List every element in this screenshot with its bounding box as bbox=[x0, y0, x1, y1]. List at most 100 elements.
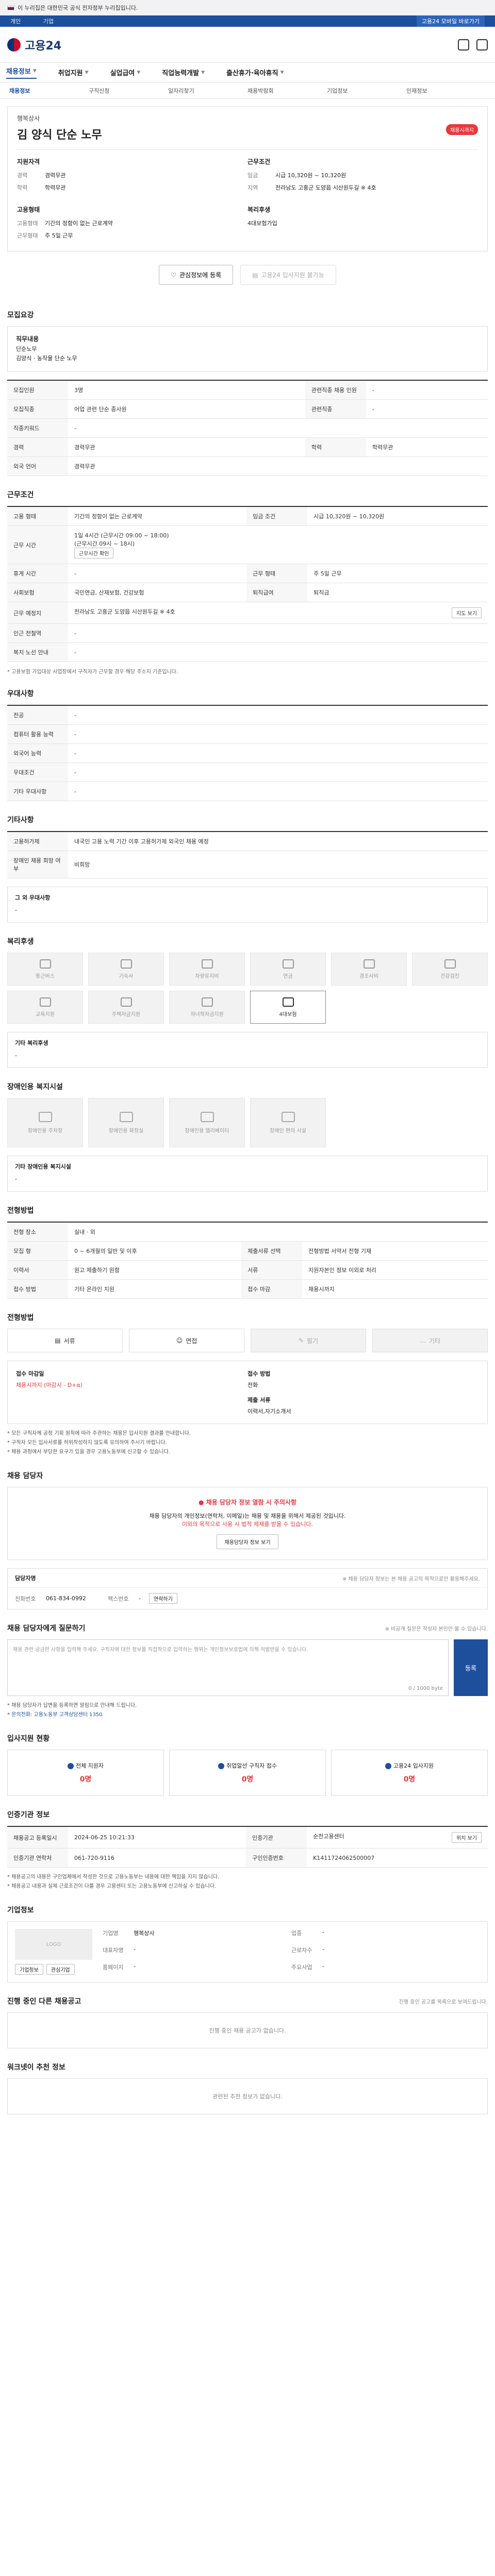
recommend-title: 워크넷이 추천 정보 bbox=[7, 2063, 65, 2072]
subnav-jobs[interactable]: 채용정보 bbox=[9, 87, 89, 95]
other-section: 기타사항 고용허가제 내국인 고용 노력 기간 이후 고용허가제 외국인 채용 예… bbox=[7, 801, 488, 923]
table-row: 근무 시간 1일 4시간 (근무시간 09:00 ~ 18:00) (근무시간 09… bbox=[7, 526, 488, 565]
qa-bullets: * 채용 담당자가 답변을 등록하면 알림으로 안내해 드립니다. * 문의전화… bbox=[7, 1703, 137, 1718]
stat-card: 취업알선 구직자 접수 0명 bbox=[169, 1750, 326, 1797]
duty-box: 직무내용 단순노무 김양식 · 농작물 단순 노무 bbox=[7, 326, 488, 372]
qualification-title: 지원자격 bbox=[17, 158, 40, 165]
company-logo: LOGO bbox=[15, 1929, 92, 1960]
manager-title: 채용 담당자 bbox=[7, 1472, 43, 1481]
stat-card: 고용24 입사지원 0명 bbox=[331, 1750, 488, 1797]
welfare-tile-active: 4대보험 bbox=[250, 991, 326, 1024]
bus-icon bbox=[39, 959, 51, 969]
welfare-tile: 경조사비 bbox=[331, 953, 407, 986]
disabled-other-box: 기타 장애인용 복지시설 - bbox=[7, 1156, 488, 1192]
scholarship-icon bbox=[201, 997, 213, 1007]
disabled-section: 장애인용 복지시설 장애인용 주차장 장애인용 화장실 장애인용 엘리베이터 장… bbox=[7, 1068, 488, 1192]
subnav-apply[interactable]: 구직신청 bbox=[89, 87, 168, 95]
apply-button[interactable]: ▤ 고용24 입사지원 불가능 bbox=[240, 265, 336, 285]
manager-section: 채용 담당자 ● 채용 담당자 정보 열람 시 주의사항 채용 담당자의 개인정… bbox=[7, 1457, 488, 1610]
company-title: 기업정보 bbox=[7, 1906, 34, 1915]
manager-contact: 담당자명 ※ 채용 담당자 정보는 본 채용 공고의 목적으로만 활용해주세요. … bbox=[7, 1568, 488, 1610]
apply-option-other: … 기타 bbox=[372, 1329, 488, 1353]
same-company-title: 진행 중인 다른 채용공고 bbox=[7, 1997, 81, 2006]
table-row: 휴게 시간 - 근무 형태 주 5일 근무 bbox=[7, 564, 488, 584]
job-summary-2: 고용형태 고용형태 기간의 정함이 없는 근로계약 근무형태 주 5일 근무 복리후… bbox=[17, 205, 478, 244]
apply-section: 전형방법 ▤ 서류 ☺ 면접 ✎ 필기 … 기타 접수 마감일 채용시까지 (마감시 -… bbox=[7, 1299, 488, 1457]
table-row: 외국 언어 경력무관 bbox=[7, 456, 488, 477]
recruit-table: 모집인원 3명 관련직종 채용 인원 - 모집직종 어업 관련 단순 종사원 관련직종 - … bbox=[7, 380, 488, 477]
save-interest-button[interactable]: ♡ 관심정보에 등록 bbox=[159, 265, 234, 285]
table-row: 모집인원 3명 관련직종 채용 인원 - bbox=[7, 380, 488, 400]
table-row: 전형 장소 실내 · 외 bbox=[7, 1222, 488, 1242]
question-input[interactable]: 채용 관련 궁금한 사항을 입력해 주세요. 구직자에 대한 정보를 직접적으로… bbox=[7, 1639, 449, 1697]
nav-unemployment-benefit[interactable]: 실업급여 ▼ bbox=[110, 67, 141, 77]
process-section: 전형방법 전형 장소 실내 · 외 모집 형0 ~ 6개월의 일반 및 이후 제출서… bbox=[7, 1192, 488, 1299]
main-nav: 채용정보 ▼ 취업지원 ▼ 실업급여 ▼ 직업능력개발 ▼ 출산휴가·육아휴직 ▼ bbox=[0, 63, 495, 82]
same-company-empty: 진행 중인 채용 공고가 없습니다. bbox=[7, 2012, 488, 2049]
submit-question-button[interactable]: 등록 bbox=[454, 1639, 488, 1697]
view-manager-button[interactable]: 채용담당자 정보 보기 bbox=[217, 1534, 278, 1550]
mobile-link[interactable]: 고용24 모바일 바로가기 bbox=[416, 15, 485, 27]
table-row: 우대조건 - bbox=[7, 762, 488, 783]
process-table: 전형 장소 실내 · 외 모집 형0 ~ 6개월의 일반 및 이후 제출서류 선택 전… bbox=[7, 1222, 488, 1299]
other-extra-box: 그 외 우대사항 - bbox=[7, 887, 488, 923]
condition-title: 근무조건 bbox=[248, 158, 271, 165]
welfare-tile: 건강검진 bbox=[412, 953, 488, 986]
subnav-company[interactable]: 기업정보 bbox=[327, 87, 406, 95]
gov-strip-text: 이 누리집은 대한민국 공식 전자정부 누리집입니다. bbox=[18, 5, 138, 11]
restroom-icon bbox=[119, 1111, 133, 1122]
apply-icon bbox=[385, 1763, 391, 1770]
subnav-talent[interactable]: 인재정보 bbox=[406, 87, 486, 95]
work-hours-button[interactable]: 근무시간 확인 bbox=[74, 548, 114, 559]
site-logo[interactable]: 고용24 bbox=[7, 37, 61, 53]
tab-company[interactable]: 기업 bbox=[43, 18, 54, 25]
company-name: 행복상사 bbox=[17, 115, 40, 122]
table-row: 컴퓨터 활용 능력 - bbox=[7, 724, 488, 744]
dorm-icon bbox=[120, 959, 132, 969]
table-row: 근무 예정지 전라남도 고흥군 도양읍 시산원두길 ※ 4호 지도 보기 bbox=[7, 602, 488, 624]
subnav-find[interactable]: 일자리찾기 bbox=[168, 87, 248, 95]
welfare-tile: 자녀학자금지원 bbox=[169, 991, 245, 1024]
deadline-badge: 채용시까지 bbox=[446, 124, 478, 135]
other-title: 기타사항 bbox=[7, 816, 34, 825]
nav-jobs[interactable]: 채용정보 ▼ bbox=[6, 66, 37, 79]
company-section: 기업정보 LOGO 기업정보 관심기업 기업명 행복상사 업종 - 대표자명 - 근로… bbox=[7, 1891, 488, 1983]
qa-form: 채용 관련 궁금한 사항을 입력해 주세요. 구직자에 대한 정보를 직접적으로… bbox=[7, 1639, 488, 1697]
tab-personal[interactable]: 개인 bbox=[10, 18, 21, 25]
recruit-title: 모집요강 bbox=[7, 311, 34, 319]
heart-icon: ♡ bbox=[171, 271, 177, 279]
gov-strip: 이 누리집은 대한민국 공식 전자정부 누리집입니다. bbox=[0, 0, 495, 15]
nav-employment-support[interactable]: 취업지원 ▼ bbox=[58, 67, 89, 77]
qa-section: 채용 담당자에게 질문하기 ※ 비공개 질문은 작성자 본인만 볼 수 있습니다… bbox=[7, 1609, 488, 1720]
table-row: 사회보험 국민연금, 산재보험, 건강보험 퇴직급여 퇴직금 bbox=[7, 583, 488, 603]
deadline-value: 채용시까지 (마감시 - D+α) bbox=[16, 1382, 82, 1389]
contact-button[interactable]: 연락하기 bbox=[149, 1593, 177, 1604]
disabled-tile: 장애인용 주차장 bbox=[7, 1098, 83, 1148]
same-company-section: 진행 중인 다른 채용공고 진행 중인 공고를 목록으로 보여드립니다. 진행 … bbox=[7, 1982, 488, 2049]
interest-company-button[interactable]: 관심기업 bbox=[46, 1964, 75, 1975]
agency-location-button[interactable]: 위치 보기 bbox=[452, 1832, 482, 1843]
user-tabbar: 개인 기업 고용24 모바일 바로가기 bbox=[0, 15, 495, 27]
table-row: 전공 - bbox=[7, 705, 488, 725]
apply-option-interview: ☺ 면접 bbox=[129, 1329, 244, 1353]
other-table: 고용허가제 내국인 고용 노력 기간 이후 고용허가제 외국인 채용 예정 장애인… bbox=[7, 831, 488, 879]
disabled-tile: 장애인용 엘리베이터 bbox=[169, 1098, 245, 1148]
car-icon bbox=[201, 959, 213, 969]
logo-mark-icon bbox=[7, 38, 21, 52]
subnav-fair[interactable]: 채용박람회 bbox=[248, 87, 327, 95]
nav-parental-leave[interactable]: 출산휴가·육아휴직 ▼ bbox=[226, 67, 284, 77]
menu-icon[interactable] bbox=[476, 39, 488, 50]
company-info-button[interactable]: 기업정보 bbox=[15, 1964, 43, 1975]
company-info: 기업명 행복상사 업종 - 대표자명 - 근로자수 - 홈페이지 - 주요사업 - bbox=[103, 1929, 324, 1971]
chevron-down-icon: ▼ bbox=[85, 70, 89, 75]
nav-training[interactable]: 직업능력개발 ▼ bbox=[162, 67, 205, 77]
apply-title: 전형방법 bbox=[7, 1314, 34, 1323]
map-button[interactable]: 지도 보기 bbox=[452, 607, 482, 619]
agency-title: 인증기관 정보 bbox=[7, 1811, 50, 1820]
site-header: 고용24 bbox=[0, 27, 495, 63]
search-icon[interactable] bbox=[458, 39, 469, 50]
pref-title: 우대사항 bbox=[7, 690, 34, 699]
disabled-grid: 장애인용 주차장 장애인용 화장실 장애인용 엘리베이터 장애인 편의 시설 bbox=[7, 1098, 488, 1148]
alert-icon: ● bbox=[198, 1499, 204, 1506]
welfare-grid: 통근버스 기숙사 차량유지비 연금 경조사비 건강검진 교육지원 주택자금지원 … bbox=[7, 953, 488, 1024]
